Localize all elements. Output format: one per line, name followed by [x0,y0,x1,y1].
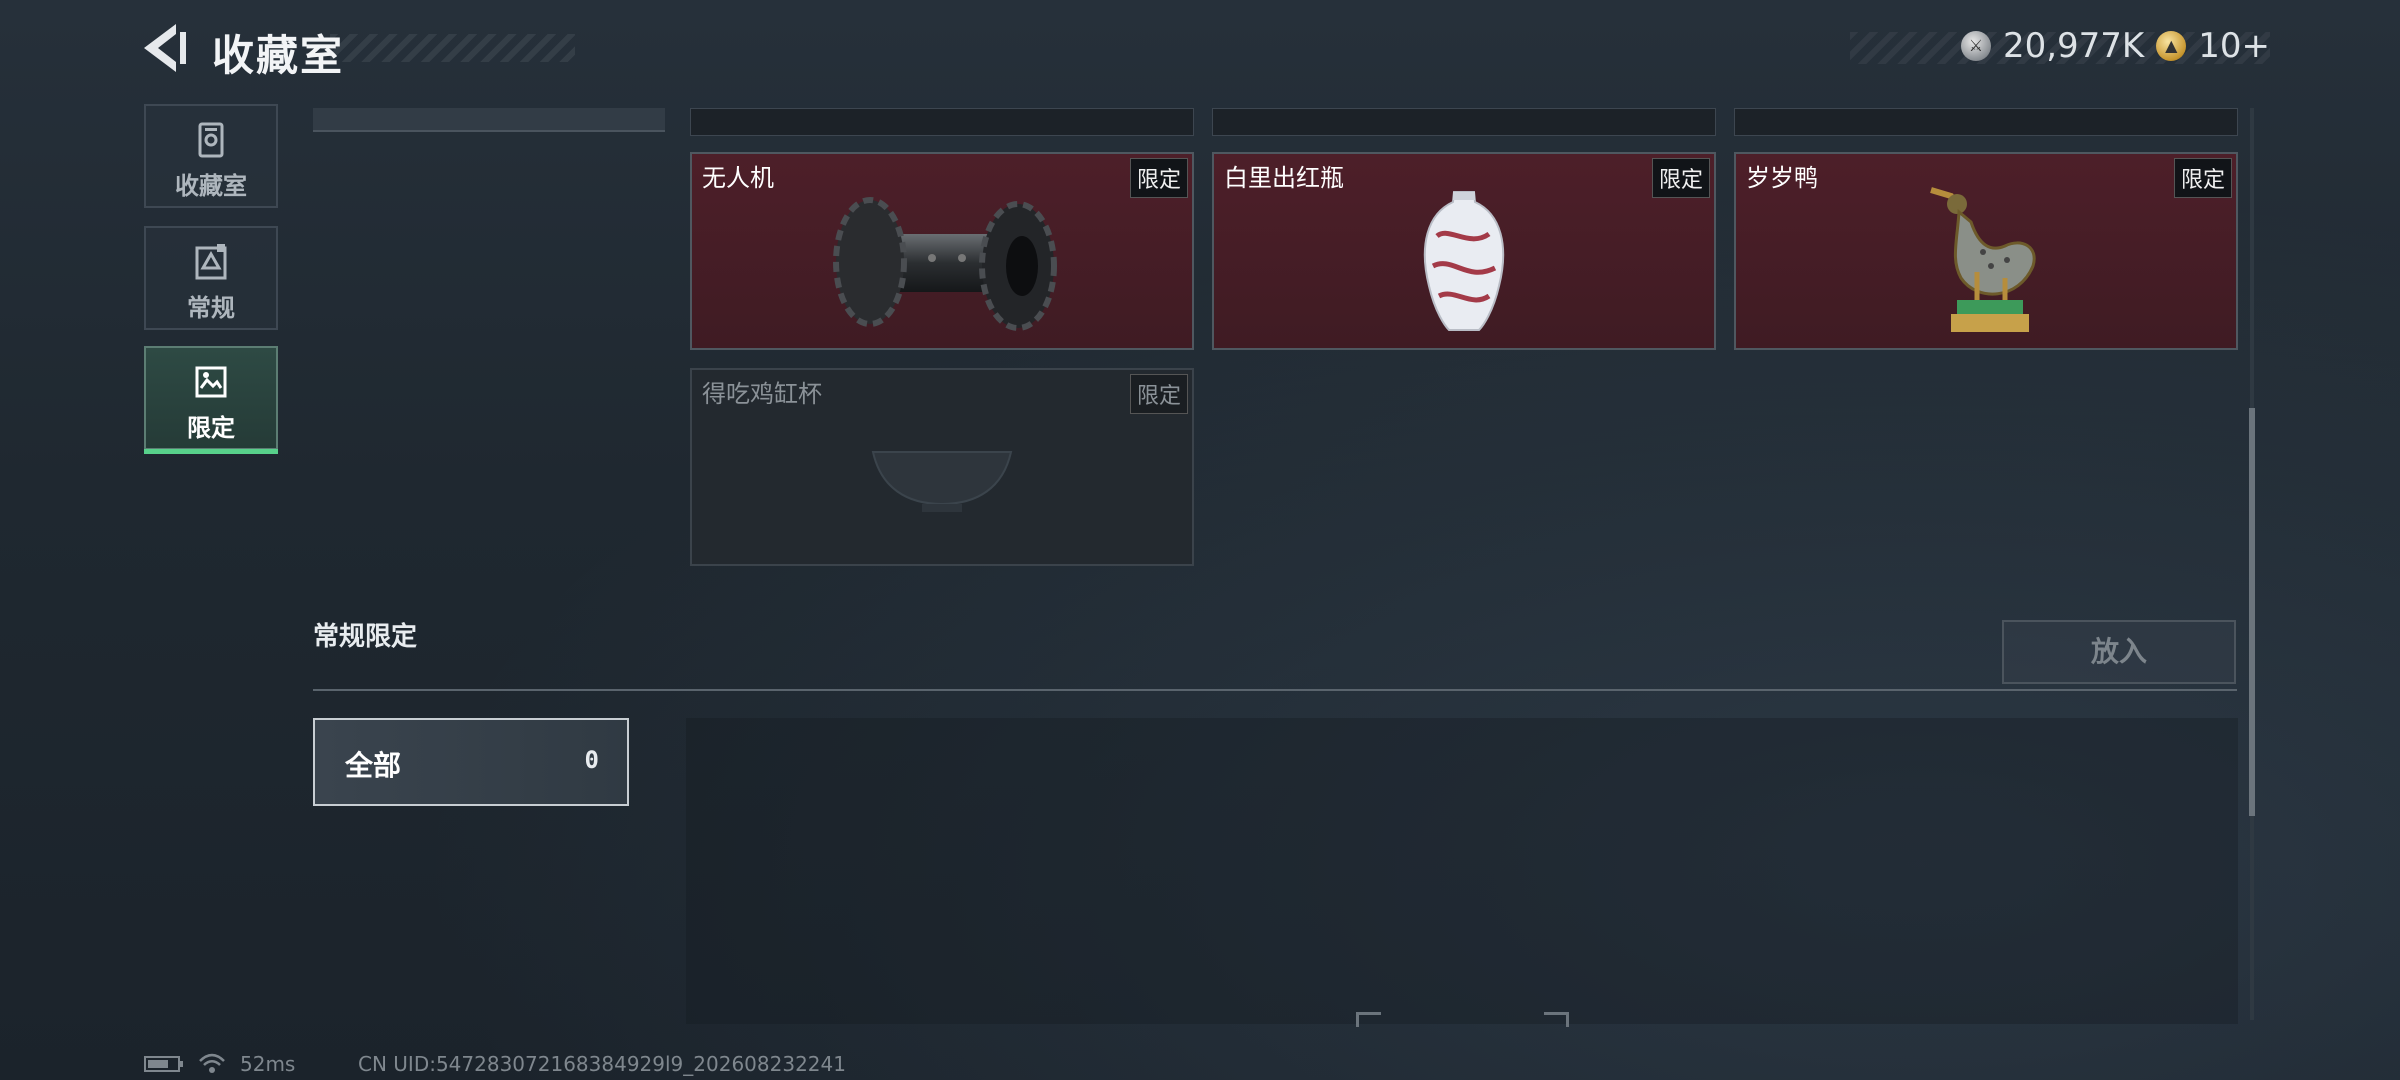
scrollbar-thumb[interactable] [2249,408,2255,816]
status-bar: 52ms [144,1052,295,1076]
category-placeholder-bar [313,108,665,132]
currency-bar: ⚔ 20,977K ▲ 10+ [1960,26,2270,66]
collection-item-card[interactable]: 白里出红瓶 限定 [1212,152,1716,350]
section-title: 常规限定 [313,622,418,652]
silver-currency-value: 20,977K [2002,26,2145,66]
limited-icon [195,366,227,398]
filter-count: 0 [584,746,599,774]
tab-collection-label: 收藏室 [175,172,247,200]
bracket-left-decoration [1356,1012,1381,1027]
battery-icon [144,1056,183,1072]
section-divider [313,689,2237,691]
previous-row-card[interactable] [690,108,1194,136]
filter-all-button[interactable]: 全部 0 [313,718,629,806]
title-decoration [330,34,575,62]
porcelain-vase-icon [1423,191,1505,331]
previous-row-card[interactable] [1212,108,1716,136]
bronze-duck-icon [1930,187,2036,332]
collection-item-card-locked[interactable]: 得吃鸡缸杯 限定 [690,368,1194,566]
collection-item-card[interactable]: 岁岁鸭 限定 [1734,152,2238,350]
filter-label: 全部 [345,749,402,782]
put-in-button[interactable]: 放入 [2002,620,2236,684]
bowl-icon [871,451,1013,512]
previous-row-card[interactable] [1734,108,2238,136]
gold-currency-value: 10+ [2198,26,2270,66]
tab-limited[interactable]: 限定 [144,346,278,454]
ping-value: 52ms [240,1052,296,1076]
drone-roller-icon [833,197,1057,331]
page-title: 收藏室 [212,31,345,80]
bracket-right-decoration [1544,1012,1569,1027]
tab-regular-label: 常规 [187,294,235,322]
tab-collection[interactable]: 收藏室 [144,104,278,208]
tab-limited-label: 限定 [187,414,235,442]
tab-regular[interactable]: 常规 [144,226,278,330]
back-arrow-icon[interactable] [140,22,190,74]
user-uid: CN UID:547283072168384929l9_202608232241 [358,1052,846,1076]
collection-item-card[interactable]: 无人机 限定 [690,152,1194,350]
silver-coin-icon: ⚔ [1960,31,1991,61]
item-list-area [686,718,2238,1024]
wifi-icon [199,1053,225,1073]
gold-coin-icon: ▲ [2156,31,2187,61]
regular-icon [195,244,227,280]
collection-icon [198,122,224,158]
